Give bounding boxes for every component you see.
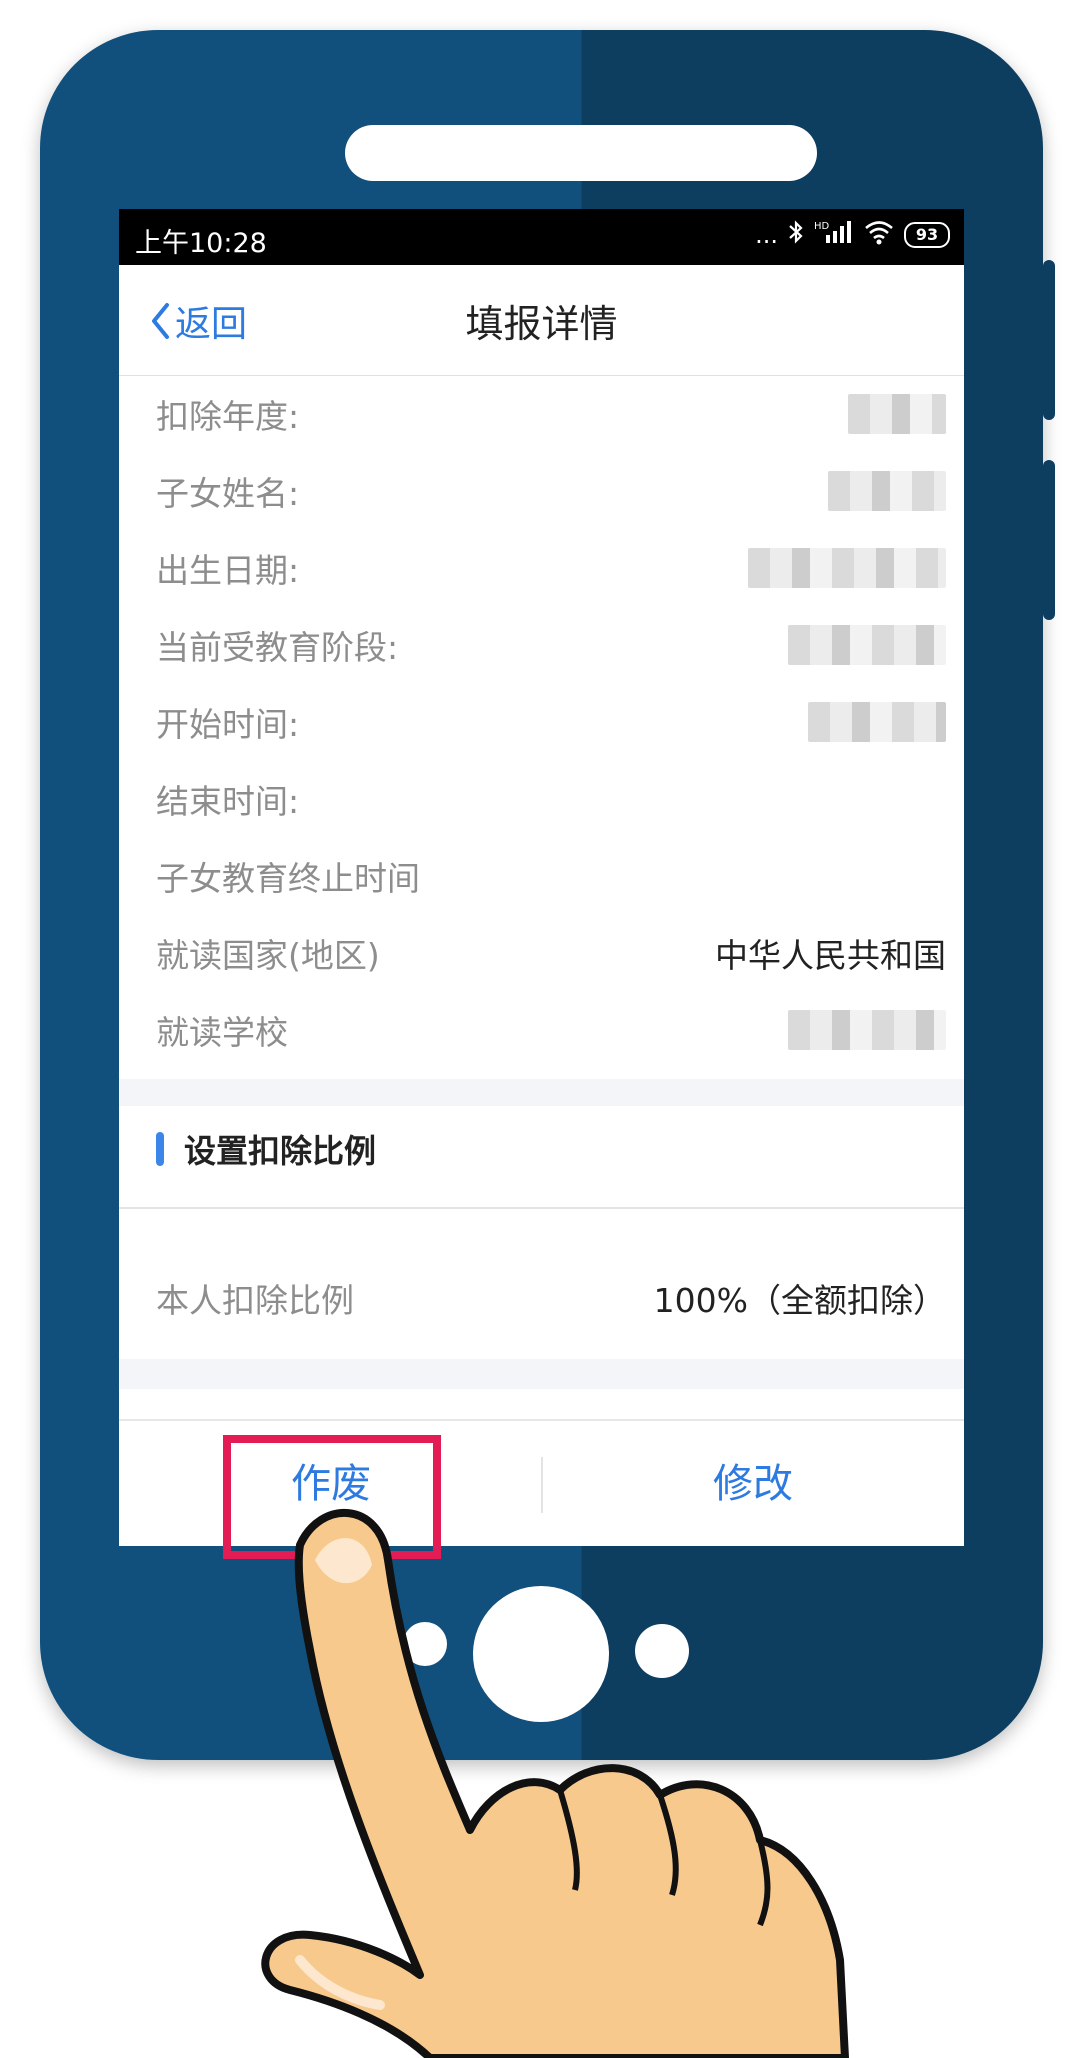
phone-speaker <box>345 125 817 181</box>
more-dots-icon: ... <box>755 221 778 249</box>
redacted-value <box>748 548 946 588</box>
detail-label: 扣除年度: <box>156 397 300 436</box>
section-separator <box>119 1359 964 1389</box>
section-separator <box>119 1079 964 1106</box>
detail-label: 当前受教育阶段: <box>156 628 399 667</box>
detail-label: 结束时间: <box>156 782 300 821</box>
redacted-value <box>828 471 946 511</box>
detail-row-year: 扣除年度: <box>156 389 946 439</box>
detail-label: 开始时间: <box>156 705 300 744</box>
phone-home-button <box>473 1586 609 1722</box>
deduction-ratio-label: 本人扣除比例 <box>156 1281 354 1320</box>
phone-right-dot <box>635 1624 689 1678</box>
phone-left-dot <box>403 1622 447 1666</box>
detail-row-termination-time: 子女教育终止时间 <box>156 851 946 901</box>
detail-label: 出生日期: <box>156 551 300 590</box>
detail-row-start-time: 开始时间: <box>156 697 946 747</box>
section-title-text: 设置扣除比例 <box>184 1132 377 1170</box>
section-title: 设置扣除比例 <box>156 1126 376 1172</box>
detail-row-education-stage: 当前受教育阶段: <box>156 620 946 670</box>
divider-line <box>119 1207 964 1209</box>
deduction-ratio-row[interactable]: 本人扣除比例 100%（全额扣除） <box>156 1273 946 1323</box>
action-divider <box>541 1457 543 1513</box>
app-screen: 上午10:28 ... HD 93 返回 填报详情 扣除年度: 子女姓名: 出生… <box>119 209 964 1546</box>
page-title: 填报详情 <box>465 302 618 346</box>
wifi-icon <box>864 219 894 251</box>
detail-value: 中华人民共和国 <box>715 936 946 975</box>
redacted-value <box>788 1010 946 1050</box>
status-time: 上午10:28 <box>135 228 267 259</box>
detail-label: 子女教育终止时间 <box>156 859 420 898</box>
detail-row-school: 就读学校 <box>156 1005 946 1055</box>
deduction-ratio-value: 100%（全额扣除） <box>653 1281 946 1320</box>
battery-icon: 93 <box>904 222 950 248</box>
section-marker <box>156 1132 164 1166</box>
signal-icon: HD <box>814 219 854 251</box>
volume-button <box>1043 260 1055 420</box>
nav-bar: 返回 填报详情 <box>119 265 964 376</box>
detail-label: 就读国家(地区) <box>156 936 380 975</box>
redacted-value <box>808 702 946 742</box>
status-icons: ... HD 93 <box>755 219 950 251</box>
network-type: HD <box>814 221 830 232</box>
detail-label: 子女姓名: <box>156 474 300 513</box>
detail-row-child-name: 子女姓名: <box>156 466 946 516</box>
status-bar: 上午10:28 ... HD 93 <box>119 209 964 265</box>
redacted-value <box>848 394 946 434</box>
detail-label: 就读学校 <box>156 1013 288 1052</box>
edit-button[interactable]: 修改 <box>713 1451 793 1509</box>
redacted-value <box>788 625 946 665</box>
detail-row-end-time: 结束时间: <box>156 774 946 824</box>
power-button <box>1043 460 1055 620</box>
detail-row-country: 就读国家(地区) 中华人民共和国 <box>156 928 946 978</box>
bluetooth-icon <box>788 219 804 251</box>
void-button-highlight <box>223 1435 441 1559</box>
detail-row-birth-date: 出生日期: <box>156 543 946 593</box>
